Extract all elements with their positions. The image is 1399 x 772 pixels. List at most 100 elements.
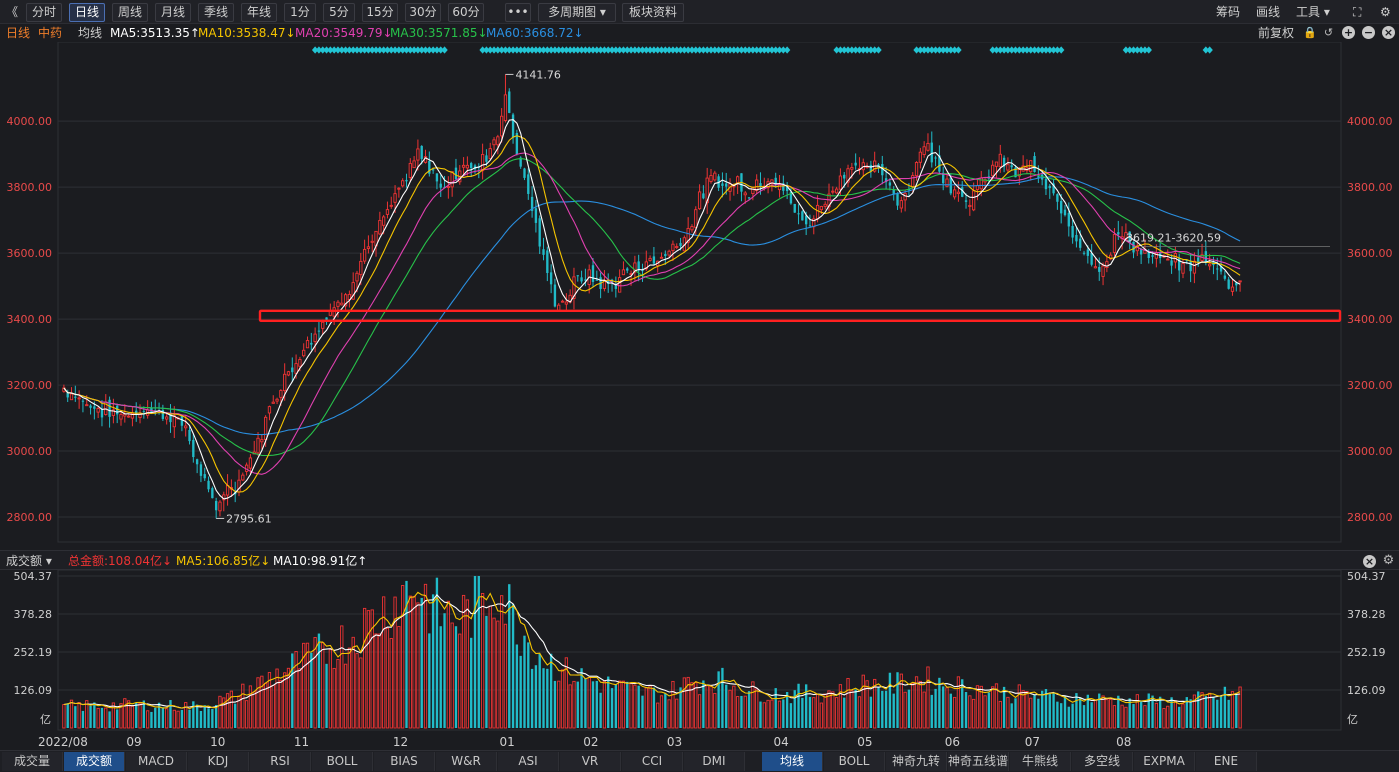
candle-body [804,215,808,225]
tab-left-6[interactable]: BIAS [374,752,435,771]
tab-left-5[interactable]: BOLL [312,752,373,771]
tab-left-1[interactable]: 成交额 [64,752,125,771]
volume-indicator-dropdown[interactable]: 成交额 ▾ [6,551,52,571]
period-button-2[interactable]: 周线 [112,3,148,22]
candle-body [956,191,961,195]
candle-body [1056,194,1059,202]
volume-bar [534,665,538,728]
more-periods-button[interactable]: ••• [505,3,531,22]
candle-body [85,404,89,407]
tab-left-10[interactable]: CCI [622,752,683,771]
volume-bar [659,695,664,729]
period-button-4[interactable]: 季线 [198,3,234,22]
volume-bar [89,705,92,728]
multi-period-dropdown[interactable]: 多周期图 ▾ [538,3,616,22]
tab-left-9[interactable]: VR [560,752,621,771]
volume-bar [1079,697,1082,728]
period-button-1[interactable]: 日线 [69,3,105,22]
volume-bar [180,709,184,728]
tools-dropdown[interactable]: 工具 ▾ [1296,3,1330,21]
volume-bar [584,678,587,728]
volume-bar [877,687,880,728]
period-button-6[interactable]: 1分 [284,3,316,22]
lock-icon[interactable]: 🔒 [1303,26,1317,39]
volume-bar [1037,698,1040,728]
undo-icon[interactable]: ↺ [1322,26,1335,39]
tab-right-5[interactable]: 多空线 [1072,752,1133,771]
candle-body [896,193,899,206]
zoom-in-icon[interactable]: + [1342,26,1355,39]
volume-bar [1090,702,1093,728]
volume-bar [725,684,728,728]
tab-left-2[interactable]: MACD [126,752,187,771]
signal-marker [441,46,448,54]
candle-body [527,174,530,194]
tab-left-8[interactable]: ASI [498,752,559,771]
candle-body [142,411,146,413]
volume-bar [515,644,519,728]
sector-info-button[interactable]: 板块资料 [622,3,684,22]
close-icon[interactable]: × [1382,26,1395,39]
tab-left-4[interactable]: RSI [250,752,311,771]
period-button-10[interactable]: 60分 [448,3,484,22]
volume-total: 总金额:108.04亿↓ [68,554,173,568]
tab-left-11[interactable]: DMI [684,752,745,771]
draw-line-button[interactable]: 画线 [1256,3,1280,21]
volume-bar [443,613,446,728]
fullscreen-icon[interactable]: ⛶ [1353,3,1361,21]
volume-bar [271,684,275,729]
tab-right-7[interactable]: ENE [1196,752,1257,771]
period-button-5[interactable]: 年线 [241,3,277,22]
candle-body [1197,257,1200,262]
tab-left-7[interactable]: W&R [436,752,497,771]
volume-bar [621,680,626,729]
volume-bar [1124,706,1128,729]
volume-chart[interactable]: 504.37 504.37 378.28 378.28 252.19 252.19 126.… [0,570,1399,750]
tab-right-6[interactable]: EXPMA [1134,752,1195,771]
volume-bar [801,697,804,728]
volume-bar [938,677,941,728]
volume-bar [934,688,937,728]
candle-body [321,321,325,329]
candle-body [313,333,317,342]
chips-button[interactable]: 筹码 [1216,3,1240,21]
tab-left-0[interactable]: 成交量 [2,752,63,771]
ma-label[interactable]: 均线 [78,24,102,42]
volume-bar [1162,708,1166,729]
zoom-out-icon[interactable]: − [1362,26,1375,39]
collapse-chevron-icon[interactable]: 《 [6,3,18,21]
candle-body [1044,178,1048,190]
period-button-7[interactable]: 5分 [323,3,355,22]
tab-right-3[interactable]: 神奇五线谱 [948,752,1009,771]
candle-body [850,167,854,170]
index-name: 中药 [38,26,63,40]
candle-body [431,169,435,171]
tab-right-0[interactable]: 均线 [762,752,823,771]
date-tick: 06 [945,735,960,749]
candle-body [534,208,538,223]
period-button-9[interactable]: 30分 [405,3,441,22]
candle-body [305,340,310,349]
period-button-3[interactable]: 月线 [155,3,191,22]
tab-left-3[interactable]: KDJ [188,752,249,771]
candlestick-chart[interactable]: 4141.76 2795.61 3619.21-3620.59 4000.00 400… [0,42,1399,550]
candle-body [188,429,191,442]
period-button-8[interactable]: 15分 [362,3,398,22]
volume-bar [1147,693,1150,728]
volume-settings-icon[interactable]: ⚙ [1382,554,1395,567]
candle-body [899,200,903,209]
tab-right-1[interactable]: BOLL [824,752,885,771]
adjust-mode[interactable]: 前复权 [1258,24,1294,42]
volume-bar [439,626,442,728]
candle-body [397,187,401,190]
tab-right-4[interactable]: 牛熊线 [1010,752,1071,771]
tab-right-2[interactable]: 神奇九转 [886,752,947,771]
volume-bar [568,684,572,729]
volume-close-icon[interactable]: × [1363,555,1376,568]
volume-bar [759,701,762,728]
volume-bar [667,699,671,729]
volume-bar [66,703,69,728]
volume-bar [857,696,862,729]
period-button-0[interactable]: 分时 [26,3,62,22]
settings-icon[interactable]: ⚙ [1380,3,1391,21]
